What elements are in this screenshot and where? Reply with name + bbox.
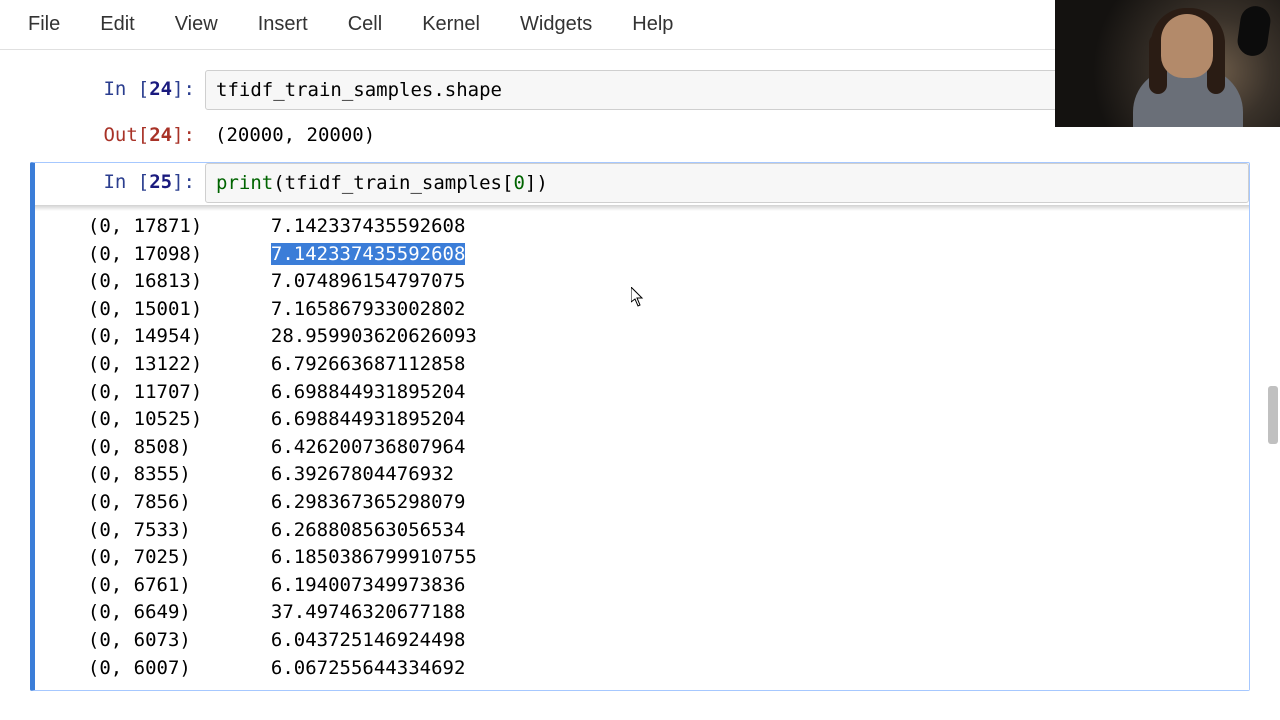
sparse-value: 7.142337435592608 [271, 243, 465, 265]
output-area-25: (0, 17871) 7.142337435592608 (0, 17098) … [35, 205, 1249, 690]
sparse-coord: (0, 17871) [88, 215, 202, 237]
sparse-value: 6.698844931895204 [271, 408, 465, 430]
sparse-value: 6.698844931895204 [271, 381, 465, 403]
prompt-prefix: In [ [103, 171, 149, 193]
sparse-value: 6.792663687112858 [271, 353, 465, 375]
sparse-value: 7.165867933002802 [271, 298, 465, 320]
sparse-coord: (0, 14954) [88, 325, 202, 347]
output-prompt: Out[24]: [30, 116, 205, 154]
menu-cell[interactable]: Cell [330, 5, 400, 44]
sparse-row: (0, 6761) 6.194007349973836 [65, 572, 1249, 600]
menu-insert[interactable]: Insert [240, 5, 326, 44]
output-scroll-25[interactable]: (0, 17871) 7.142337435592608 (0, 17098) … [35, 205, 1249, 690]
sparse-row: (0, 8508) 6.426200736807964 [65, 434, 1249, 462]
menu-edit[interactable]: Edit [82, 5, 152, 44]
sparse-coord: (0, 6649) [88, 601, 191, 623]
sparse-value: 6.39267804476932 [271, 463, 454, 485]
sparse-coord: (0, 17098) [88, 243, 202, 265]
sparse-value: 7.142337435592608 [271, 215, 465, 237]
sparse-coord: (0, 7856) [88, 491, 191, 513]
sparse-row: (0, 8355) 6.39267804476932 [65, 461, 1249, 489]
code-cell-25[interactable]: In [25]: print(tfidf_train_samples[0]) (… [30, 162, 1250, 691]
webcam-overlay [1055, 0, 1280, 127]
page-scrollbar[interactable] [1266, 50, 1280, 720]
sparse-row: (0, 11707) 6.698844931895204 [65, 379, 1249, 407]
code-text: tfidf_train_samples.shape [216, 79, 502, 101]
sparse-coord: (0, 11707) [88, 381, 202, 403]
prompt-number: 24 [149, 78, 172, 100]
sparse-row: (0, 6007) 6.067255644334692 [65, 655, 1249, 683]
input-prompt: In [24]: [30, 70, 205, 110]
sparse-value: 6.1850386799910755 [271, 546, 477, 568]
sparse-value: 7.074896154797075 [271, 270, 465, 292]
sparse-row: (0, 17098) 7.142337435592608 [65, 241, 1249, 269]
menu-help[interactable]: Help [614, 5, 691, 44]
code-paren: ( [273, 172, 284, 194]
code-arg: tfidf_train_samples[ [285, 172, 514, 194]
sparse-value: 6.194007349973836 [271, 574, 465, 596]
prompt-number: 25 [149, 171, 172, 193]
page-scrollbar-thumb[interactable] [1268, 386, 1278, 444]
sparse-row: (0, 6649) 37.49746320677188 [65, 599, 1249, 627]
input-prompt: In [25]: [35, 163, 205, 203]
code-paren: ]) [525, 172, 548, 194]
code-builtin: print [216, 172, 273, 194]
menu-list: FileEditViewInsertCellKernelWidgetsHelp [10, 5, 691, 44]
sparse-coord: (0, 16813) [88, 270, 202, 292]
sparse-row: (0, 10525) 6.698844931895204 [65, 406, 1249, 434]
sparse-coord: (0, 8355) [88, 463, 191, 485]
notebook: In [24]: tfidf_train_samples.shape Out[2… [0, 50, 1280, 691]
sparse-coord: (0, 10525) [88, 408, 202, 430]
prompt-suffix: ]: [172, 124, 195, 146]
sparse-row: (0, 16813) 7.074896154797075 [65, 268, 1249, 296]
sparse-coord: (0, 6007) [88, 657, 191, 679]
sparse-coord: (0, 7533) [88, 519, 191, 541]
prompt-suffix: ]: [172, 78, 195, 100]
sparse-row: (0, 7533) 6.268808563056534 [65, 517, 1249, 545]
sparse-value: 6.426200736807964 [271, 436, 465, 458]
prompt-prefix: In [ [103, 78, 149, 100]
sparse-row: (0, 17871) 7.142337435592608 [65, 213, 1249, 241]
sparse-coord: (0, 7025) [88, 546, 191, 568]
sparse-row: (0, 13122) 6.792663687112858 [65, 351, 1249, 379]
sparse-coord: (0, 13122) [88, 353, 202, 375]
sparse-row: (0, 7025) 6.1850386799910755 [65, 544, 1249, 572]
menu-view[interactable]: View [157, 5, 236, 44]
sparse-value: 6.298367365298079 [271, 491, 465, 513]
sparse-row: (0, 14954) 28.959903620626093 [65, 323, 1249, 351]
sparse-row: (0, 6073) 6.043725146924498 [65, 627, 1249, 655]
sparse-value: 37.49746320677188 [271, 601, 465, 623]
menu-file[interactable]: File [10, 5, 78, 44]
code-number: 0 [513, 172, 524, 194]
sparse-coord: (0, 6073) [88, 629, 191, 651]
sparse-value: 6.268808563056534 [271, 519, 465, 541]
sparse-row: (0, 15001) 7.165867933002802 [65, 296, 1249, 324]
menu-kernel[interactable]: Kernel [404, 5, 498, 44]
sparse-value: 6.067255644334692 [271, 657, 465, 679]
sparse-coord: (0, 8508) [88, 436, 191, 458]
prompt-number: 24 [149, 124, 172, 146]
sparse-value: 6.043725146924498 [271, 629, 465, 651]
sparse-coord: (0, 6761) [88, 574, 191, 596]
sparse-row: (0, 7856) 6.298367365298079 [65, 489, 1249, 517]
sparse-value: 28.959903620626093 [271, 325, 477, 347]
menu-widgets[interactable]: Widgets [502, 5, 610, 44]
sparse-coord: (0, 15001) [88, 298, 202, 320]
prompt-prefix: Out[ [103, 124, 149, 146]
prompt-suffix: ]: [172, 171, 195, 193]
code-input-25[interactable]: print(tfidf_train_samples[0]) [205, 163, 1249, 203]
